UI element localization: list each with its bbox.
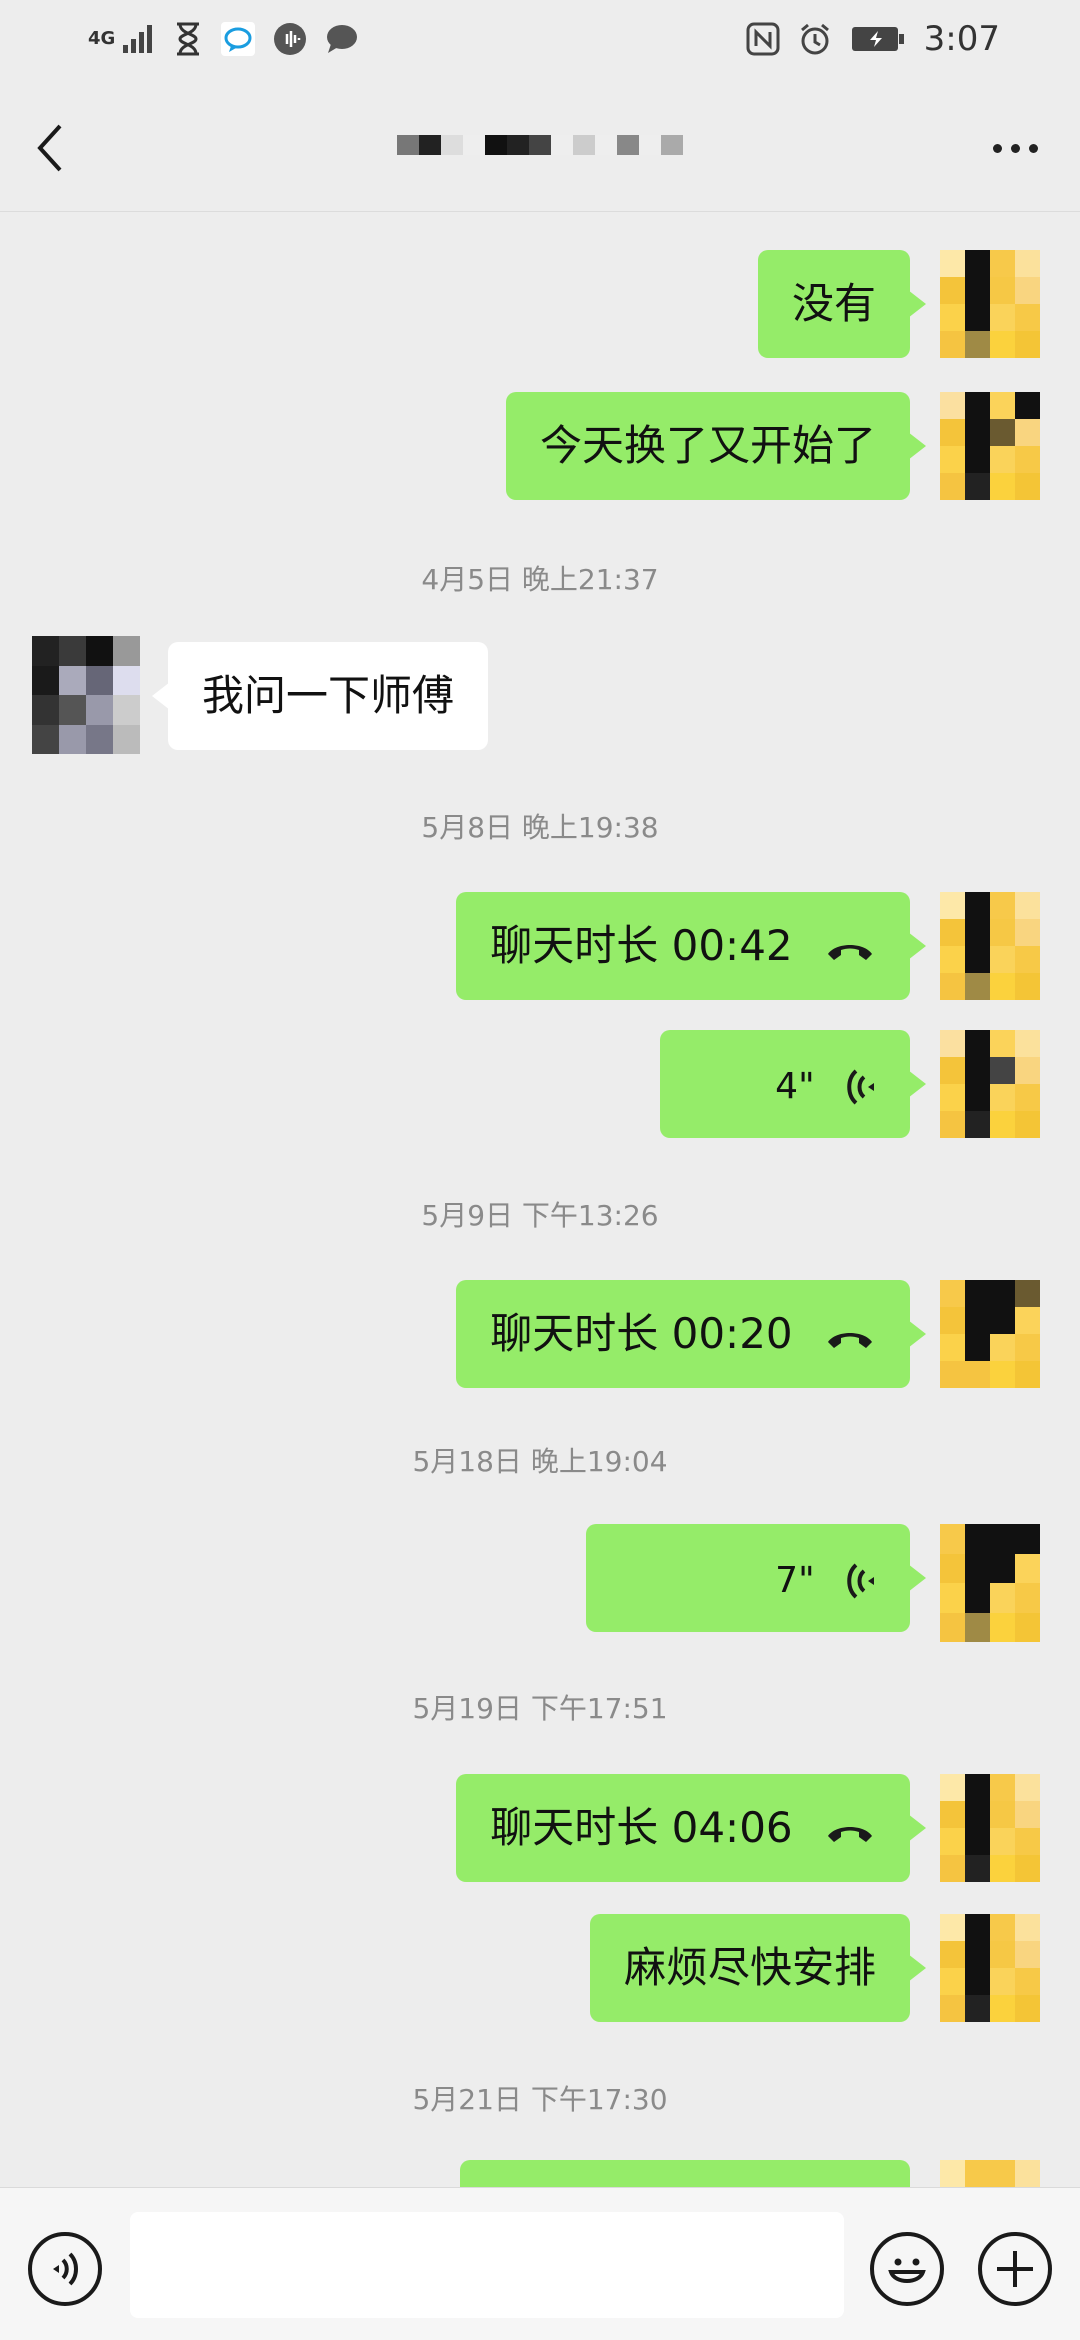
timestamp: 5月19日 下午17:51 [412,1692,668,1725]
battery-charging-icon [851,27,904,51]
voice-message-bubble[interactable]: 7" [586,1524,926,1632]
emoji-icon [888,2258,926,2283]
phone-hangup-icon [828,1826,872,1842]
back-arrow-icon [37,124,62,172]
phone-hangup-icon [828,1332,872,1348]
avatar[interactable] [940,892,1040,1000]
more-dots-icon [992,143,1002,153]
more-functions-button[interactable] [978,2232,1052,2306]
avatar[interactable] [940,1914,1040,2022]
network-indicator: 4G [88,23,155,55]
chat-app-icon [221,22,256,56]
input-bar [0,2187,1080,2340]
chat-messages[interactable]: 没有 今天换了又开始了 4月5日 晚上21:37 我问一下师傅 5月8日 晚上1… [0,212,1080,2187]
timestamp: 5月8日 晚上19:38 [421,811,659,844]
call-record-bubble[interactable]: 聊天时长 04:06 [456,1774,926,1882]
call-duration-text: 聊天时长 04:06 [490,1803,793,1852]
plus-icon [997,2251,1033,2287]
timestamp: 5月21日 下午17:30 [412,2083,668,2116]
avatar[interactable] [32,636,140,754]
timestamp: 4月5日 晚上21:37 [421,563,659,596]
hourglass-icon [177,22,200,56]
avatar[interactable] [940,1774,1040,1882]
voice-input-icon [53,2252,78,2286]
status-right: 3:07 [746,19,1000,59]
voice-wave-icon [847,1069,874,1104]
call-record-bubble[interactable]: 聊天时长 00:20 [456,1280,926,1388]
voice-input-button[interactable] [28,2232,102,2306]
emoji-button[interactable] [870,2232,944,2306]
avatar[interactable] [940,392,1040,500]
message-bubble[interactable]: 我问一下师傅 [151,642,489,750]
voice-message-bubble[interactable]: 4" [660,1030,926,1138]
avatar[interactable] [940,250,1040,358]
timestamp: 5月18日 晚上19:04 [412,1445,668,1478]
voice-wave-icon [847,1563,874,1598]
message-bubble[interactable]: 今天换了又开始了 [505,392,927,500]
back-button[interactable] [30,118,80,178]
avatar[interactable] [940,1280,1040,1388]
more-dots-icon [1028,143,1038,153]
clock: 3:07 [923,19,1000,59]
contact-name-obscured [397,125,683,165]
sound-app-icon [274,23,307,55]
phone-hangup-icon [828,944,872,960]
call-duration-text: 聊天时长 00:20 [490,1309,793,1358]
signal-icon [123,25,153,53]
voice-duration: 4" [775,1065,815,1107]
message-bubble[interactable]: 麻烦尽快安排 [589,1914,927,2022]
message-bubble[interactable]: 没有 [757,250,927,358]
alarm-icon [800,23,829,55]
call-duration-text: 聊天时长 00:42 [490,921,793,970]
timestamp: 5月9日 下午13:26 [421,1199,659,1232]
more-options-button[interactable] [980,118,1050,178]
status-left: 4G [88,22,359,56]
status-bar: 4G 3:07 [0,0,1080,78]
message-bubble-partial[interactable] [460,2160,910,2187]
avatar[interactable] [940,1524,1040,1642]
avatar[interactable] [940,1030,1040,1138]
message-icon [327,25,358,53]
voice-duration: 7" [775,1559,815,1601]
avatar[interactable] [940,2160,1040,2187]
nfc-icon [746,22,780,56]
network-type: 4G [88,28,116,49]
chat-header [0,78,1080,212]
more-dots-icon [1010,143,1020,153]
message-input[interactable] [130,2212,844,2318]
call-record-bubble[interactable]: 聊天时长 00:42 [456,892,926,1000]
